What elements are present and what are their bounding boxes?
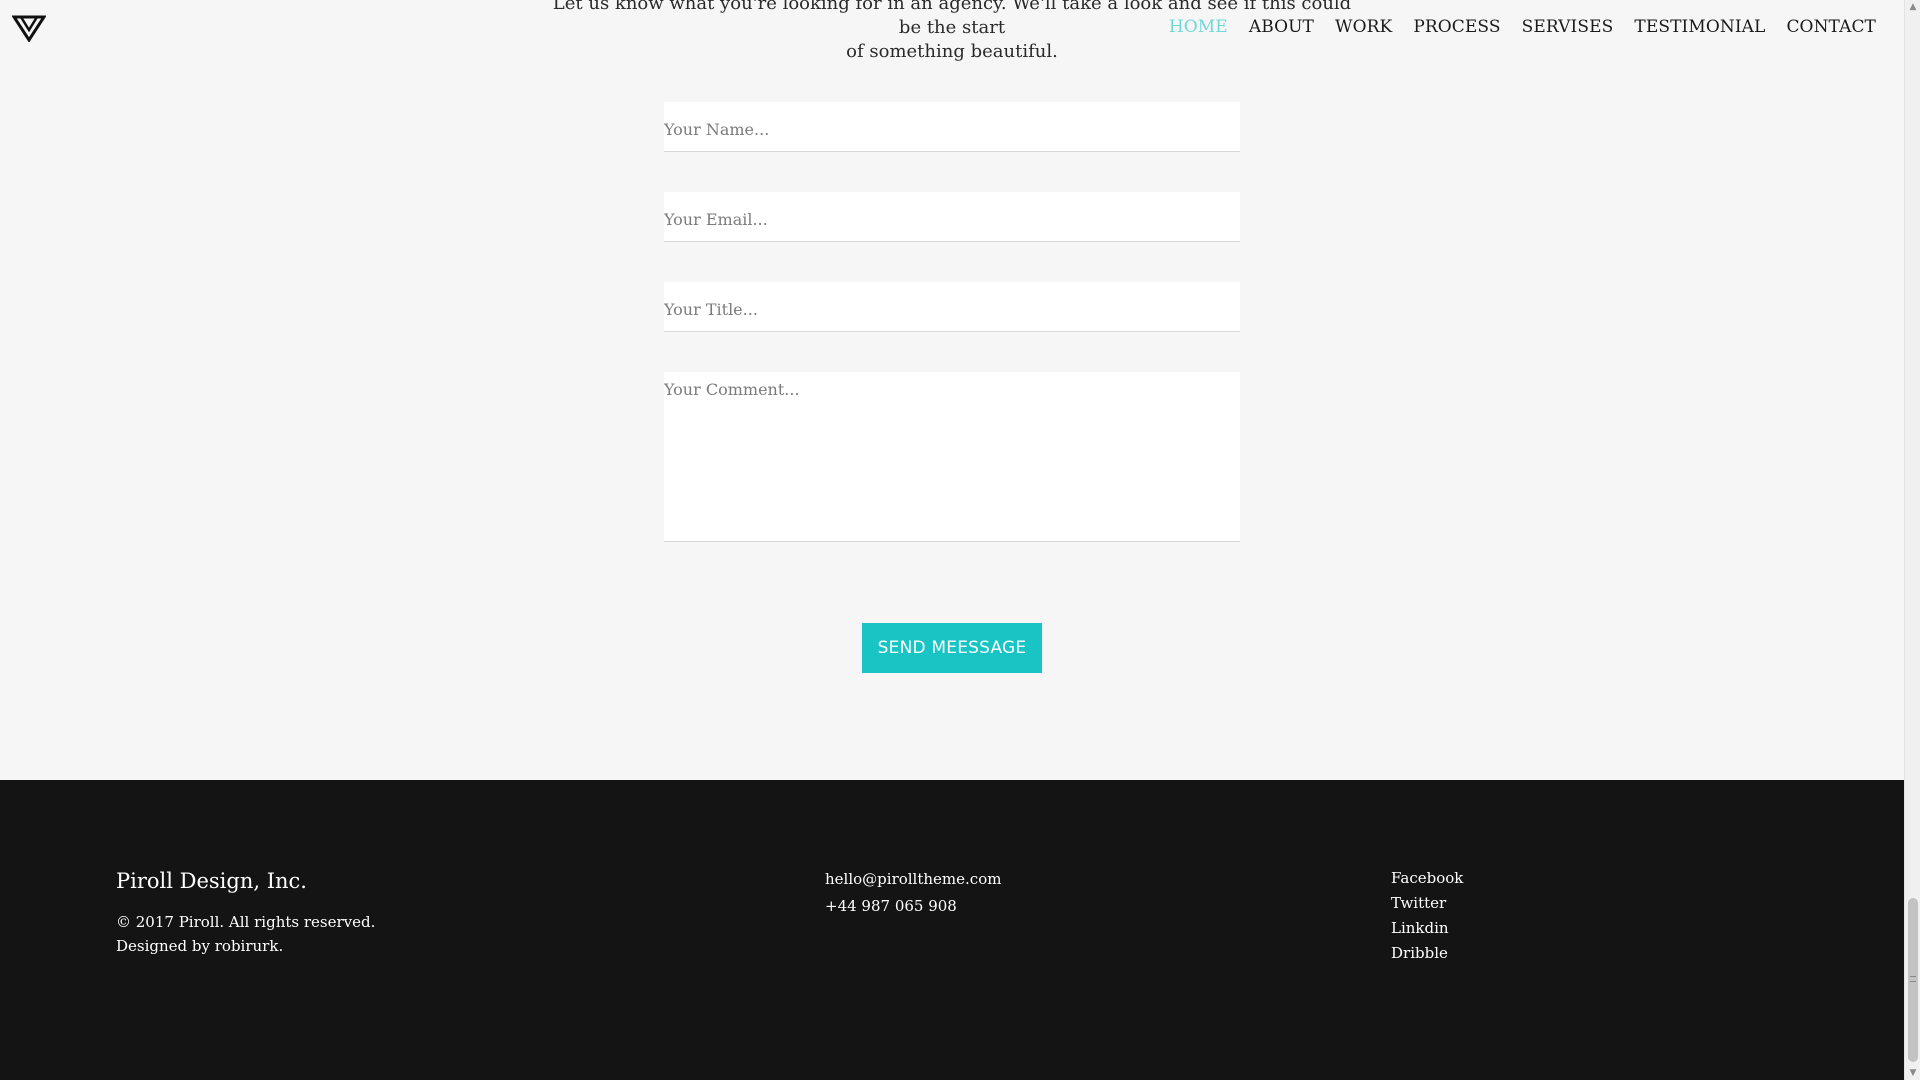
social-link-dribbble[interactable]: Dribble xyxy=(1391,941,1463,966)
scrollbar-thumb[interactable] xyxy=(1908,898,1918,1062)
email-input[interactable] xyxy=(664,192,1240,242)
intro-line-2: of something beautiful. xyxy=(846,41,1058,62)
footer-email-link[interactable]: hello@pirolltheme.com xyxy=(825,870,1001,888)
footer-contact: hello@pirolltheme.com +44 987 065 908 xyxy=(825,866,1001,920)
nav-work[interactable]: WORK xyxy=(1335,16,1392,38)
nav-services[interactable]: SERVISES xyxy=(1522,16,1614,38)
scroll-up-arrow-icon[interactable]: ▲ xyxy=(1908,2,1918,12)
triangle-logo-icon[interactable] xyxy=(12,14,46,42)
page: Let us know what you're looking for in a… xyxy=(0,0,1920,1080)
nav-home[interactable]: HOME xyxy=(1169,16,1228,38)
designed-by-text: Designed by robirurk. xyxy=(116,937,284,955)
send-message-button[interactable]: SEND MEESSAGE xyxy=(862,623,1042,673)
footer-phone: +44 987 065 908 xyxy=(825,897,957,915)
social-link-linkedin[interactable]: Linkdin xyxy=(1391,916,1463,941)
copyright-text: © 2017 Piroll. All rights reserved. xyxy=(116,913,376,931)
scrollbar-grip-icon xyxy=(1910,976,1916,982)
social-link-facebook[interactable]: Facebook xyxy=(1391,866,1463,891)
nav-process[interactable]: PROCESS xyxy=(1413,16,1500,38)
footer-social: Facebook Twitter Linkdin Dribble xyxy=(1391,866,1463,966)
name-input[interactable] xyxy=(664,102,1240,152)
social-link-twitter[interactable]: Twitter xyxy=(1391,891,1463,916)
company-name: Piroll Design, Inc. xyxy=(116,869,307,893)
nav-testimonial[interactable]: TESTIMONIAL xyxy=(1634,16,1765,38)
scroll-down-arrow-icon[interactable]: ▼ xyxy=(1908,1068,1918,1078)
main-nav: HOME ABOUT WORK PROCESS SERVISES TESTIMO… xyxy=(1169,16,1876,38)
nav-contact[interactable]: CONTACT xyxy=(1786,16,1876,38)
nav-about[interactable]: ABOUT xyxy=(1249,16,1314,38)
title-input[interactable] xyxy=(664,282,1240,332)
vertical-scrollbar[interactable]: ▲ ▼ xyxy=(1904,0,1920,1080)
comment-textarea[interactable] xyxy=(664,372,1240,542)
footer: Piroll Design, Inc. © 2017 Piroll. All r… xyxy=(0,780,1904,1080)
